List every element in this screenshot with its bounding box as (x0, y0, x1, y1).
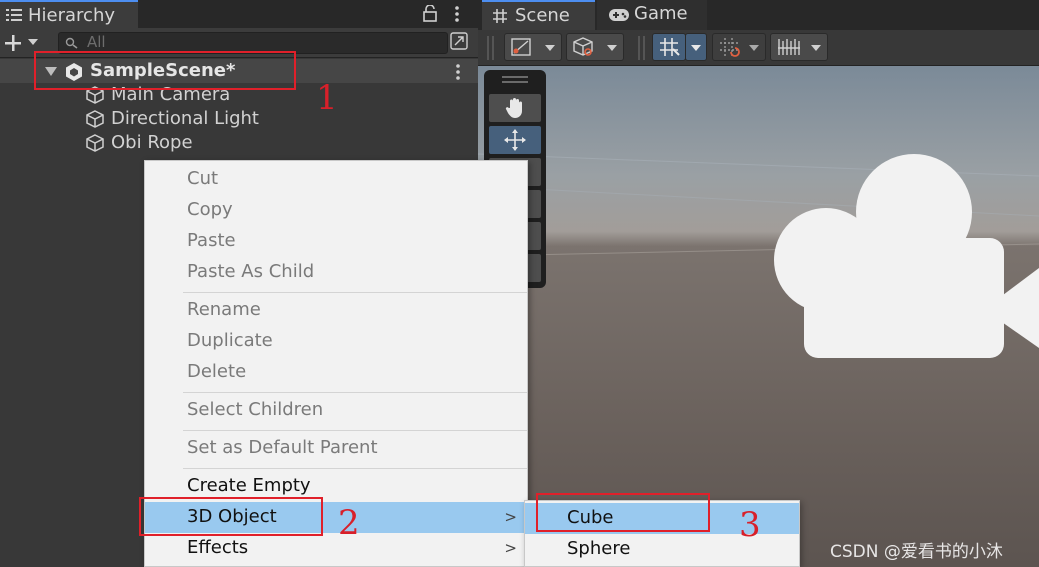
toolbar-grip (643, 36, 645, 60)
kebab-menu-icon[interactable] (453, 5, 461, 23)
tab-scene[interactable]: Scene (482, 0, 595, 30)
hierarchy-item-obi-rope[interactable]: Obi Rope (0, 131, 478, 155)
toolbar-grip (492, 36, 494, 60)
tab-scene-label: Scene (515, 5, 570, 26)
chevron-down-icon[interactable] (28, 39, 38, 46)
hand-icon (505, 98, 522, 118)
menu-item-rename[interactable]: Rename (145, 295, 527, 326)
menu-separator (183, 392, 527, 393)
grid-visibility-button[interactable] (770, 33, 828, 61)
menu-item-effects[interactable]: Effects > (145, 533, 527, 564)
scene-viewport[interactable] (478, 66, 1039, 567)
camera-gizmo-icon[interactable] (764, 148, 1039, 360)
menu-item-label: Effects (187, 537, 249, 558)
annotation-number-2: 2 (338, 503, 360, 543)
toolbar-grip (487, 36, 489, 60)
menu-item-cut[interactable]: Cut (145, 164, 527, 195)
menu-item-label: Cut (187, 168, 219, 189)
chevron-down-icon (607, 45, 617, 51)
grid-snap-toggle[interactable] (652, 33, 686, 61)
shading-mode-button[interactable] (566, 33, 624, 61)
ruler-grid-icon (778, 39, 800, 55)
move-arrows-icon (504, 129, 526, 151)
annotation-box-2 (139, 497, 323, 536)
menu-item-copy[interactable]: Copy (145, 195, 527, 226)
submenu-arrow-icon: > (504, 508, 517, 526)
menu-item-paste[interactable]: Paste (145, 226, 527, 257)
menu-item-set-default-parent[interactable]: Set as Default Parent (145, 433, 527, 464)
increment-snap-icon (720, 38, 740, 57)
annotation-number-1: 1 (316, 78, 338, 118)
hierarchy-item-directional-light[interactable]: Directional Light (0, 107, 478, 131)
move-tool-button[interactable] (489, 126, 541, 154)
search-icon (65, 37, 78, 49)
hierarchy-item-label: Directional Light (111, 108, 259, 129)
menu-item-label: Delete (187, 361, 247, 382)
shaded-cube-icon (573, 37, 593, 56)
plus-icon[interactable] (4, 34, 22, 52)
draw-mode-button[interactable] (504, 33, 562, 61)
hierarchy-title: Hierarchy (28, 5, 116, 26)
toolstrip-handle[interactable] (502, 81, 528, 83)
menu-separator (183, 292, 527, 293)
menu-separator (183, 468, 527, 469)
chevron-down-icon (811, 45, 821, 51)
annotation-box-3 (536, 493, 710, 532)
lock-icon[interactable] (423, 5, 437, 22)
menu-separator (183, 430, 527, 431)
submenu-arrow-icon: > (504, 539, 517, 557)
increment-snap-button[interactable] (712, 33, 766, 61)
menu-item-label: Create Empty (187, 475, 311, 496)
expand-window-icon[interactable] (450, 32, 468, 50)
menu-item-label: Rename (187, 299, 261, 320)
annotation-number-3: 3 (739, 505, 761, 545)
gameobject-cube-icon (86, 134, 104, 152)
chevron-down-icon (749, 45, 759, 51)
hierarchy-item-label: Obi Rope (111, 132, 193, 153)
toolstrip-handle[interactable] (502, 76, 528, 78)
menu-item-label: Sphere (567, 538, 631, 559)
menu-item-delete[interactable]: Delete (145, 357, 527, 388)
tab-game[interactable]: Game (597, 0, 707, 30)
menu-item-label: Paste As Child (187, 261, 315, 282)
hand-tool-button[interactable] (489, 94, 541, 122)
menu-item-label: Paste (187, 230, 236, 251)
grid-snap-icon (660, 38, 680, 56)
watermark: CSDN @爱看书的小沐 (830, 542, 1003, 562)
annotation-box-1 (34, 51, 296, 90)
menu-item-duplicate[interactable]: Duplicate (145, 326, 527, 357)
toolbar-grip (638, 36, 640, 60)
menu-item-paste-as-child[interactable]: Paste As Child (145, 257, 527, 288)
menu-item-select-children[interactable]: Select Children (145, 395, 527, 426)
grid-snap-dropdown[interactable] (685, 33, 707, 61)
menu-item-label: Copy (187, 199, 233, 220)
list-icon (6, 9, 22, 21)
tab-hierarchy[interactable]: Hierarchy (0, 0, 138, 28)
gamepad-icon (609, 9, 629, 21)
scene-toolbar (478, 30, 1039, 66)
menu-item-label: Set as Default Parent (187, 437, 378, 458)
tab-game-label: Game (634, 3, 688, 24)
menu-item-label: Duplicate (187, 330, 273, 351)
chevron-down-icon (691, 45, 701, 51)
draw-mode-icon (511, 38, 531, 56)
search-placeholder: All (87, 33, 106, 51)
grid-hash-icon (493, 9, 507, 23)
menu-item-label: Select Children (187, 399, 324, 420)
chevron-down-icon (545, 45, 555, 51)
gameobject-cube-icon (86, 110, 104, 128)
scene-kebab-icon[interactable] (454, 63, 462, 81)
